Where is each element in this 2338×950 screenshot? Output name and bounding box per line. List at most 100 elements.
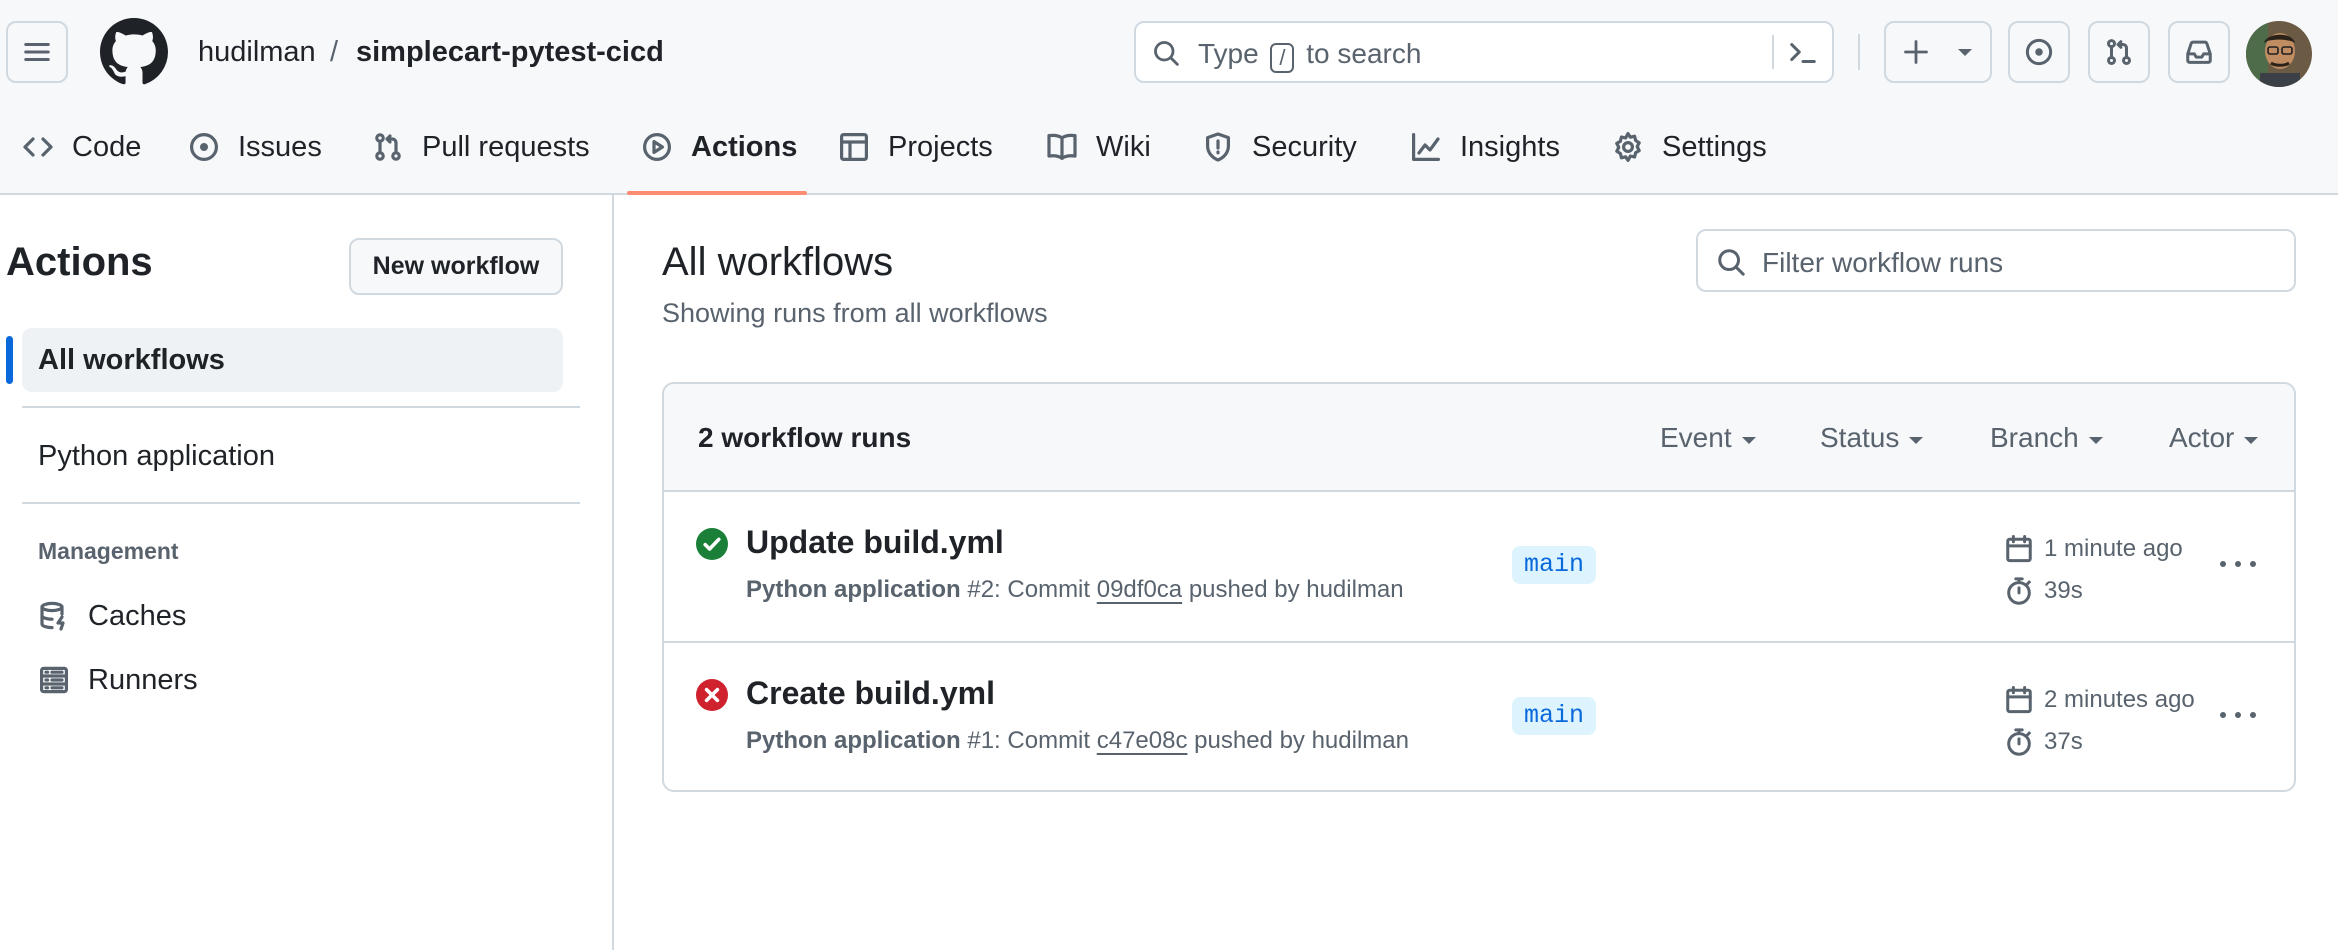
create-new-button[interactable] — [1884, 21, 1992, 83]
sidebar-item-python-application[interactable]: Python application — [38, 440, 275, 473]
server-icon — [38, 664, 70, 696]
search-icon — [1152, 39, 1180, 67]
run-duration: 37s — [2004, 725, 2083, 759]
workflow-run-row[interactable]: Update build.yml Python application #2: … — [664, 492, 2294, 641]
app-header: hudilman / simplecart-pytest-cicd Type /… — [0, 0, 2338, 195]
chevron-down-icon — [1741, 436, 1756, 444]
play-icon — [641, 131, 673, 163]
run-time-text: 1 minute ago — [2044, 535, 2183, 562]
tab-settings-label: Settings — [1662, 130, 1767, 163]
tab-code-label: Code — [72, 130, 142, 163]
issues-button[interactable] — [2008, 21, 2070, 83]
run-duration-text: 37s — [2044, 728, 2083, 755]
tab-settings[interactable]: Settings — [1612, 120, 1767, 174]
pull-request-icon — [372, 131, 404, 163]
sidebar-divider — [22, 406, 580, 408]
sidebar-divider — [22, 502, 580, 504]
tab-actions-label: Actions — [691, 130, 798, 163]
gear-icon — [1612, 131, 1644, 163]
run-timestamp: 1 minute ago — [2004, 532, 2183, 566]
run-time-text: 2 minutes ago — [2044, 686, 2195, 713]
graph-icon — [1410, 131, 1442, 163]
sidebar-item-all-workflows-label[interactable]: All workflows — [38, 344, 225, 377]
failure-x-icon — [696, 679, 728, 711]
management-heading: Management — [38, 538, 179, 564]
plus-icon — [1902, 38, 1930, 66]
run-title-link[interactable]: Create build.yml — [746, 675, 995, 712]
workflow-run-row[interactable]: Create build.yml Python application #1: … — [664, 641, 2294, 790]
filter-placeholder: Filter workflow runs — [1762, 247, 2004, 278]
commit-sha-link[interactable]: c47e08c — [1097, 727, 1188, 754]
tab-code[interactable]: Code — [22, 120, 141, 174]
tab-security[interactable]: Security — [1202, 120, 1357, 174]
run-number: #2: Commit — [967, 576, 1091, 603]
chevron-down-icon — [2244, 436, 2259, 444]
caches-label: Caches — [88, 599, 187, 632]
active-tab-indicator — [627, 191, 807, 195]
page-subtitle: Showing runs from all workflows — [662, 298, 1048, 328]
status-filter-dropdown[interactable]: Status — [1820, 422, 1924, 454]
sidebar-item-runners[interactable]: Runners — [38, 660, 198, 700]
event-filter-label: Event — [1660, 422, 1732, 453]
runs-list-header: 2 workflow runs Event Status Branch Acto… — [664, 384, 2294, 492]
tab-pull-requests-label: Pull requests — [422, 130, 590, 163]
run-options-kebab-icon[interactable] — [2216, 695, 2260, 735]
search-icon — [1716, 247, 1746, 277]
tab-projects[interactable]: Projects — [838, 120, 993, 174]
sidebar-title: Actions — [6, 240, 153, 284]
tab-actions[interactable]: Actions — [641, 120, 797, 174]
run-number: #1: Commit — [967, 727, 1091, 754]
tab-issues[interactable]: Issues — [188, 120, 322, 174]
run-timestamp: 2 minutes ago — [2004, 683, 2195, 717]
user-avatar[interactable] — [2246, 21, 2312, 87]
repo-owner-link[interactable]: hudilman — [198, 32, 316, 72]
slash-key-hint: / — [1270, 43, 1295, 73]
sidebar-item-caches[interactable]: Caches — [38, 596, 186, 636]
branch-badge[interactable]: main — [1512, 546, 1597, 584]
branch-filter-dropdown[interactable]: Branch — [1990, 422, 2103, 454]
run-actor: pushed by hudilman — [1194, 727, 1409, 754]
inbox-icon — [2184, 37, 2214, 67]
inbox-button[interactable] — [2168, 21, 2230, 83]
pull-request-icon — [2104, 37, 2134, 67]
new-workflow-button[interactable]: New workflow — [349, 238, 563, 295]
tab-insights-label: Insights — [1460, 130, 1560, 163]
search-placeholder: Type / to search — [1198, 38, 1421, 73]
menu-button[interactable] — [6, 21, 68, 83]
command-palette-icon[interactable] — [1788, 38, 1818, 68]
database-icon — [38, 600, 70, 632]
search-divider — [1772, 35, 1774, 69]
pull-requests-button[interactable] — [2088, 21, 2150, 83]
github-logo-icon[interactable] — [100, 18, 168, 86]
issue-icon — [188, 131, 220, 163]
page-title: All workflows — [662, 240, 894, 284]
run-duration: 39s — [2004, 574, 2083, 608]
stopwatch-icon — [2004, 576, 2034, 606]
calendar-icon — [2004, 534, 2034, 564]
tab-wiki[interactable]: Wiki — [1046, 120, 1151, 174]
chevron-down-icon — [1909, 436, 1924, 444]
commit-sha-link[interactable]: 09df0ca — [1097, 576, 1182, 603]
runners-label: Runners — [88, 663, 198, 696]
branch-badge[interactable]: main — [1512, 697, 1597, 735]
repo-name-link[interactable]: simplecart-pytest-cicd — [356, 32, 664, 72]
run-title-link[interactable]: Update build.yml — [746, 524, 1004, 561]
actor-filter-dropdown[interactable]: Actor — [2169, 422, 2259, 454]
sidebar-divider-vertical — [612, 195, 614, 950]
breadcrumb-separator: / — [330, 36, 339, 68]
tab-pull-requests[interactable]: Pull requests — [372, 120, 590, 174]
header-divider — [1858, 34, 1860, 70]
chevron-down-icon — [2088, 436, 2103, 444]
stopwatch-icon — [2004, 727, 2034, 757]
filter-workflow-runs-input[interactable]: Filter workflow runs — [1696, 229, 2296, 292]
book-icon — [1046, 131, 1078, 163]
search-input[interactable]: Type / to search — [1134, 21, 1834, 83]
event-filter-dropdown[interactable]: Event — [1660, 422, 1756, 454]
selected-indicator — [6, 336, 13, 384]
tab-insights[interactable]: Insights — [1410, 120, 1560, 174]
table-icon — [838, 131, 870, 163]
workflow-runs-list: 2 workflow runs Event Status Branch Acto… — [662, 382, 2296, 792]
run-options-kebab-icon[interactable] — [2216, 544, 2260, 584]
runs-count: 2 workflow runs — [698, 422, 912, 453]
success-check-icon — [696, 528, 728, 560]
